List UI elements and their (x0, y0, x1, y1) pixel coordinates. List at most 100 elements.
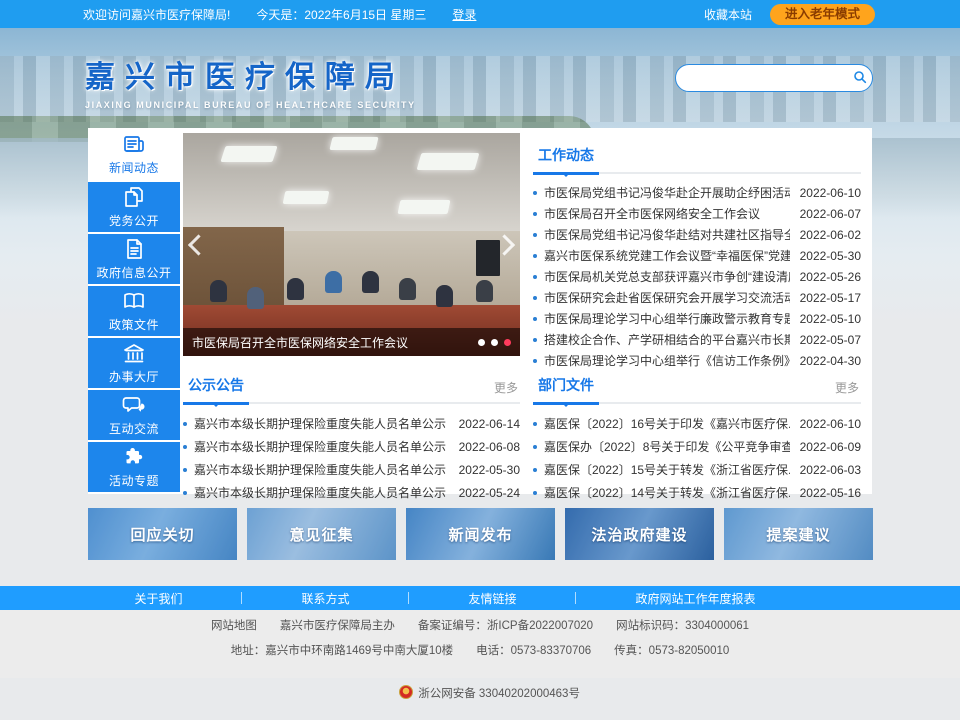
dept-files-list: 嘉医保〔2022〕16号关于印发《嘉兴市医疗保...2022-06-10 嘉医保办… (533, 412, 861, 504)
section-title-work-news[interactable]: 工作动态 (533, 145, 599, 175)
quick-link-label: 新闻发布 (448, 524, 512, 545)
news-link[interactable]: 市医保局召开全市医保网络安全工作会议 (544, 205, 790, 222)
sidebar-item-service-hall[interactable]: 办事大厅 (88, 338, 180, 388)
divider (408, 592, 409, 604)
news-link[interactable]: 嘉兴市本级长期护理保险重度失能人员名单公示（2... (194, 415, 449, 432)
quick-link-label: 法治政府建设 (591, 524, 687, 545)
news-date: 2022-05-26 (800, 270, 861, 284)
carousel-dot-active[interactable] (504, 339, 511, 346)
section-notices: 公示公告 更多 嘉兴市本级长期护理保险重度失能人员名单公示（2... 2022-0… (183, 375, 520, 504)
bullet-icon (533, 296, 537, 300)
sidebar-item-label: 党务公开 (109, 212, 159, 229)
news-link[interactable]: 嘉兴市本级长期护理保险重度失能人员名单公示（2... (194, 461, 449, 478)
news-row: 嘉兴市本级长期护理保险重度失能人员名单公示（2... 2022-05-30 (183, 458, 520, 481)
bullet-icon (533, 491, 537, 495)
site-identity: 嘉兴市医疗保障局 JIAXING MUNICIPAL BUREAU OF HEA… (85, 52, 416, 110)
bullet-icon (183, 468, 187, 472)
sidebar-item-gov-info[interactable]: 政府信息公开 (88, 234, 180, 284)
search-icon (852, 69, 868, 88)
footer-info-item: 电话：0573-83370706 (453, 645, 591, 657)
divider (575, 592, 576, 604)
carousel-caption[interactable]: 市医保局召开全市医保网络安全工作会议 (192, 334, 470, 351)
news-link[interactable]: 嘉医保〔2022〕14号关于转发《浙江省医疗保... (544, 484, 790, 501)
news-link[interactable]: 市医保局党组书记冯俊华赴结对共建社区指导全国文... (544, 226, 790, 243)
news-link[interactable]: 市医保局机关党总支部获评嘉兴市争创“建设清廉机... (544, 268, 790, 285)
news-link[interactable]: 嘉兴市本级长期护理保险重度失能人员名单公示（2... (194, 438, 449, 455)
quick-link-respond[interactable]: 回应关切 (88, 508, 237, 560)
section-title-notices[interactable]: 公示公告 (183, 375, 249, 405)
sidebar-item-news[interactable]: 新闻动态 (88, 128, 180, 180)
carousel-dot[interactable] (491, 339, 498, 346)
news-link[interactable]: 市医保局理论学习中心组举行廉政警示教育专题学习... (544, 310, 790, 327)
sidebar-item-activities[interactable]: 活动专题 (88, 442, 180, 492)
news-date: 2022-06-09 (800, 440, 861, 454)
favorite-link[interactable]: 收藏本站 (704, 6, 752, 23)
news-link[interactable]: 市医保局理论学习中心组举行《信访工作条例》专题... (544, 352, 790, 369)
news-date: 2022-06-08 (459, 440, 520, 454)
carousel-caption-bar: 市医保局召开全市医保网络安全工作会议 (183, 328, 520, 356)
news-link[interactable]: 嘉兴市医保系统党建工作会议暨“幸福医保”党建联... (544, 247, 790, 264)
quick-link-opinion[interactable]: 意见征集 (247, 508, 396, 560)
footer-nav: 关于我们 联系方式 友情链接 政府网站工作年度报表 (0, 586, 960, 610)
elder-mode-button[interactable]: 进入老年模式 (770, 4, 875, 25)
sidebar-item-party[interactable]: 党务公开 (88, 182, 180, 232)
quick-link-news-release[interactable]: 新闻发布 (406, 508, 555, 560)
pages-icon (122, 185, 146, 209)
news-date: 2022-05-16 (800, 486, 861, 500)
news-link[interactable]: 市医保局党组书记冯俊华赴企开展助企纾困活动 (544, 184, 790, 201)
bullet-icon (533, 212, 537, 216)
news-link[interactable]: 嘉兴市本级长期护理保险重度失能人员名单公示（2... (194, 484, 449, 501)
footer-nav-about[interactable]: 关于我们 (134, 590, 182, 607)
section-title-dept-files[interactable]: 部门文件 (533, 375, 599, 405)
puzzle-icon (122, 445, 146, 469)
search-button[interactable] (847, 66, 872, 90)
news-date: 2022-05-30 (459, 463, 520, 477)
news-link[interactable]: 市医保研究会赴省医保研究会开展学习交流活动 (544, 289, 790, 306)
bullet-icon (533, 275, 537, 279)
news-date: 2022-06-14 (459, 417, 520, 431)
notices-more-link[interactable]: 更多 (494, 379, 518, 396)
bullet-icon (533, 468, 537, 472)
bullet-icon (183, 491, 187, 495)
footer-line2: 地址：嘉兴市中环南路1469号中南大厦10楼 电话：0573-83370706 … (0, 643, 960, 660)
news-link[interactable]: 嘉医保办〔2022〕8号关于印发《公平竞争审查... (544, 438, 790, 455)
footer-info-item[interactable]: 网站地图 (211, 620, 257, 632)
search-input[interactable] (688, 70, 847, 86)
news-row: 市医保局党组书记冯俊华赴企开展助企纾困活动2022-06-10 (533, 182, 861, 203)
news-row: 市医保局理论学习中心组举行《信访工作条例》专题...2022-04-30 (533, 350, 861, 371)
carousel-dot[interactable] (478, 339, 485, 346)
quick-link-label: 回应关切 (130, 524, 194, 545)
news-row: 市医保局理论学习中心组举行廉政警示教育专题学习...2022-05-10 (533, 308, 861, 329)
news-date: 2022-05-17 (800, 291, 861, 305)
date-text: 今天是：2022年6月15日 星期三 (256, 6, 426, 23)
sidebar-item-policy[interactable]: 政策文件 (88, 286, 180, 336)
news-link[interactable]: 嘉医保〔2022〕16号关于印发《嘉兴市医疗保... (544, 415, 790, 432)
news-link[interactable]: 嘉医保〔2022〕15号关于转发《浙江省医疗保... (544, 461, 790, 478)
sidebar-item-label: 政府信息公开 (96, 264, 171, 281)
news-row: 嘉医保〔2022〕15号关于转发《浙江省医疗保...2022-06-03 (533, 458, 861, 481)
quick-link-label: 意见征集 (289, 524, 353, 545)
bullet-icon (533, 254, 537, 258)
divider (241, 592, 242, 604)
notices-list: 嘉兴市本级长期护理保险重度失能人员名单公示（2... 2022-06-14 嘉兴市本… (183, 412, 520, 504)
footer-nav-links[interactable]: 友情链接 (468, 590, 516, 607)
police-record-text[interactable]: 浙公网安备 33040202000463号 (418, 688, 580, 700)
main-content: 新闻动态党务公开政府信息公开政策文件办事大厅互动交流活动专题 市医保局召开全市医… (88, 128, 872, 494)
sidebar-item-interaction[interactable]: 互动交流 (88, 390, 180, 440)
page: 欢迎访问嘉兴市医疗保障局! 今天是：2022年6月15日 星期三 登录 收藏本站… (0, 0, 960, 678)
footer-nav-contact[interactable]: 联系方式 (301, 590, 349, 607)
footer-info-item: 嘉兴市医疗保障局主办 (257, 620, 395, 632)
login-link[interactable]: 登录 (452, 6, 476, 23)
bullet-icon (533, 338, 537, 342)
news-link[interactable]: 搭建校企合作、产学研相结合的平台嘉兴市长期护理... (544, 331, 790, 348)
footer-nav-annual-report[interactable]: 政府网站工作年度报表 (635, 590, 755, 607)
quick-link-proposal[interactable]: 提案建议 (724, 508, 873, 560)
search-box (675, 64, 873, 92)
news-row: 市医保研究会赴省医保研究会开展学习交流活动 2022-05-17 (533, 287, 861, 308)
footer-info-item: 地址：嘉兴市中环南路1469号中南大厦10楼 (231, 645, 453, 657)
news-row: 嘉医保〔2022〕16号关于印发《嘉兴市医疗保...2022-06-10 (533, 412, 861, 435)
news-row: 嘉兴市医保系统党建工作会议暨“幸福医保”党建联...2022-05-30 (533, 245, 861, 266)
site-subtitle: JIAXING MUNICIPAL BUREAU OF HEALTHCARE S… (85, 100, 416, 110)
quick-link-law-gov[interactable]: 法治政府建设 (565, 508, 714, 560)
dept-files-more-link[interactable]: 更多 (835, 379, 859, 396)
